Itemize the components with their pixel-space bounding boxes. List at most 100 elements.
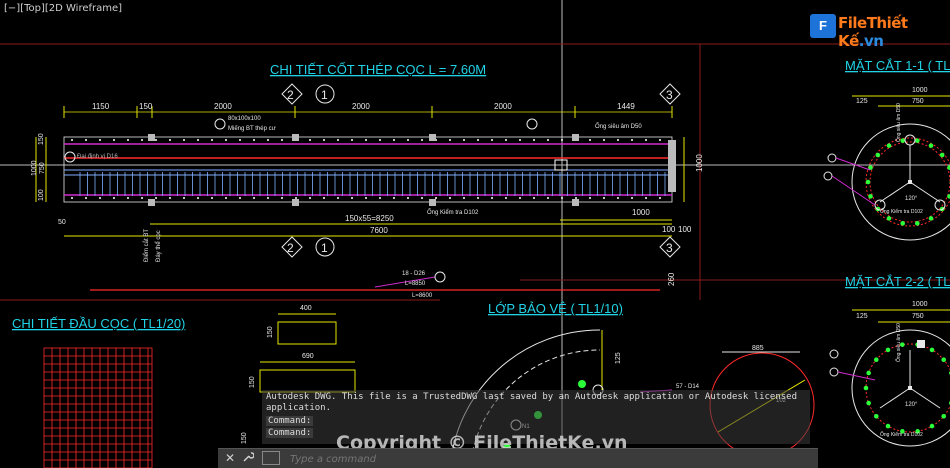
rebar-dot [71,139,73,141]
s22-dim-125a: 125 [856,313,868,320]
rebar-dot [183,197,185,199]
rebar-dot [561,197,563,199]
rebar-dot [309,197,311,199]
rebar-dot [449,139,451,141]
section-rebar-dot [914,221,920,226]
rebar-dot [491,139,493,141]
section-marker-3-bottom: 3 [666,241,673,255]
rebar-dot [239,139,241,141]
dim-height-1000: 1000 [695,154,704,172]
rebar-dot [407,197,409,199]
section-2-2-title: MẶT CẮT 2-2 ( TL [845,274,950,289]
rebar-dot [463,197,465,199]
rebar-dot [505,197,507,199]
head-dim-400: 400 [300,305,312,312]
logo-text-suffix: .vn [858,32,884,50]
rebar-dot [575,197,577,199]
dim-left-50: 50 [58,219,66,226]
callout-edge-cut: Đáy thể cọc [155,230,162,262]
dim-top-150: 150 [139,102,153,111]
close-icon[interactable]: ✕ [222,451,238,466]
dim-v-260: 260 [667,272,676,286]
rebar-dot [337,197,339,199]
s22-angle: 120° [905,402,918,408]
rebar-dot [127,139,129,141]
dim-top-1150: 1150 [92,102,110,111]
head-dim-150c: 150 [241,432,248,444]
command-history-line-2: Command: [266,428,314,438]
rebar-length-2: L=8600 [412,293,433,299]
rebar-dot [477,197,479,199]
rebar-count: 18 - D26 [402,271,426,277]
logo-text: FileThiết Kế.vn [838,14,940,50]
s11-check: Ống Kiểm tra D102 [880,208,923,215]
s11-dim-1000: 1000 [912,87,928,94]
section-rebar-dot [873,413,879,419]
right-dimension: 1000 1000 100 100 260 [560,137,704,286]
rebar-dot [379,197,381,199]
section-rebar-dot [929,347,935,353]
rebar-dot [393,139,395,141]
s11-angle: 120° [905,196,918,202]
rebar-dot [141,197,143,199]
rebar-dot [169,139,171,141]
rebar-dot [603,197,605,199]
rebar-dot [421,197,423,199]
rebar-dot [435,197,437,199]
rebar-dot [155,139,157,141]
section-marker-3-top: 3 [666,88,673,102]
rebar-dot [533,139,535,141]
callout-plate-note: Miếng BT thép cư [228,126,276,132]
rebar-dot [281,139,283,141]
rebar-dot [323,197,325,199]
section-rebar-dot [868,194,873,199]
main-title: CHI TIẾT CỐT THÉP CỌC L = 7.60M [270,62,486,77]
section-rebar-dot [886,143,892,148]
rebar-length-1: L=8850 [405,281,426,287]
circle-dim-885: 885 [752,345,764,352]
wrench-icon[interactable] [240,451,256,466]
rebar-dot [589,139,591,141]
site-logo: F FileThiết Kế.vn [810,12,940,50]
rebar-dot [225,139,227,141]
rebar-dot [407,139,409,141]
command-history-line-1: Command: [266,416,314,426]
command-prompt-icon[interactable] [262,451,280,465]
rebar-schedule: 18 - D26 L=8850 L=8600 [90,271,660,299]
rebar-dot [85,197,87,199]
rebar-dot [505,139,507,141]
pile-elevation [63,134,676,206]
section-rebar-dot [866,400,871,406]
cover-title: LỚP BẢO VỆ ( TL1/10) [488,301,623,316]
section-marker-group-top: 2 1 3 [281,83,681,105]
command-input[interactable] [288,451,812,468]
section-rebar-dot [863,385,869,391]
rebar-dot [225,197,227,199]
rebar-dot [491,197,493,199]
section-rebar-dot [866,370,871,376]
command-history-message: Autodesk DWG. This file is a TrustedDWG … [266,392,798,413]
rebar-dot [351,197,353,199]
rebar-dot [253,197,255,199]
rebar-dot [617,197,619,199]
viewport-label[interactable]: [−][Top][2D Wireframe] [4,3,122,14]
rebar-dot [547,139,549,141]
dim-left-750: 750 [39,162,46,174]
rebar-dot [421,139,423,141]
section-rebar-dot [939,152,945,158]
rebar-dot [113,139,115,141]
rebar-dot [547,197,549,199]
rebar-dot [589,197,591,199]
rebar-dot [351,139,353,141]
dim-left-1000: 1000 [31,160,38,176]
rebar-dot [197,139,199,141]
rebar-dot [155,197,157,199]
head-dim-150a: 150 [267,326,274,338]
rebar-dot [477,139,479,141]
logo-badge: F [810,14,836,38]
head-dim-690: 690 [302,353,314,360]
rebar-dot [645,139,647,141]
rebar-dot [309,139,311,141]
dim-right-1000: 1000 [632,208,650,217]
rebar-dot [561,139,563,141]
